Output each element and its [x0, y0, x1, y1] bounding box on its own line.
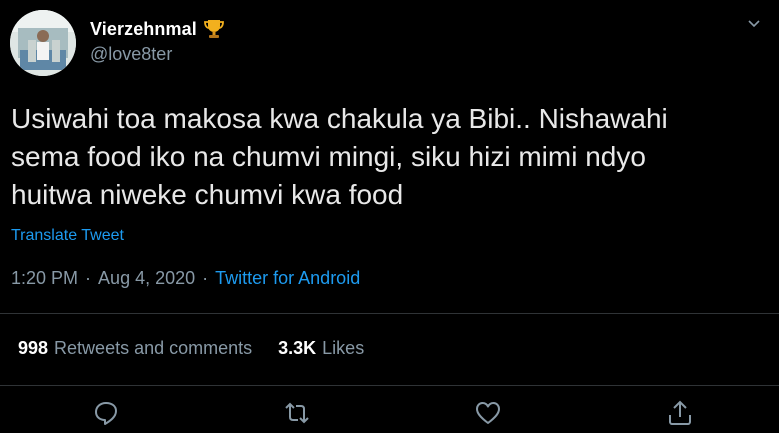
tweet-actions: [0, 395, 779, 431]
avatar[interactable]: [10, 10, 76, 76]
retweet-icon[interactable]: [283, 399, 311, 427]
tweet-time[interactable]: 1:20 PM: [11, 268, 78, 289]
likes-count[interactable]: 3.3K: [278, 338, 316, 359]
divider: [0, 313, 779, 314]
name-row: Vierzehnmal: [90, 18, 225, 40]
meta-separator: ·: [202, 268, 209, 288]
retweets-count[interactable]: 998: [18, 338, 48, 359]
tweet-stats: 998 Retweets and comments 3.3K Likes: [18, 338, 364, 359]
avatar-image: [10, 10, 76, 76]
tweet-card: Vierzehnmal @love8ter Usiwahi toa makosa…: [0, 0, 779, 433]
tweet-date[interactable]: Aug 4, 2020: [98, 268, 195, 289]
share-icon[interactable]: [666, 399, 694, 427]
tweet-meta: 1:20 PM · Aug 4, 2020 · Twitter for Andr…: [11, 268, 360, 289]
tweet-source-link[interactable]: Twitter for Android: [215, 268, 360, 289]
reply-icon[interactable]: [92, 399, 120, 427]
divider: [0, 385, 779, 386]
retweets-label[interactable]: Retweets and comments: [54, 338, 252, 359]
translate-tweet-link[interactable]: Translate Tweet: [11, 227, 124, 245]
meta-separator: ·: [85, 268, 92, 288]
user-info: Vierzehnmal @love8ter: [90, 18, 225, 65]
tweet-text: Usiwahi toa makosa kwa chakula ya Bibi..…: [11, 103, 668, 210]
user-handle[interactable]: @love8ter: [90, 44, 225, 65]
chevron-down-icon[interactable]: [745, 14, 763, 32]
tweet-header: Vierzehnmal @love8ter: [10, 10, 225, 80]
likes-label[interactable]: Likes: [322, 338, 364, 359]
like-icon[interactable]: [474, 399, 502, 427]
display-name[interactable]: Vierzehnmal: [90, 19, 197, 40]
trophy-icon: [203, 18, 225, 40]
